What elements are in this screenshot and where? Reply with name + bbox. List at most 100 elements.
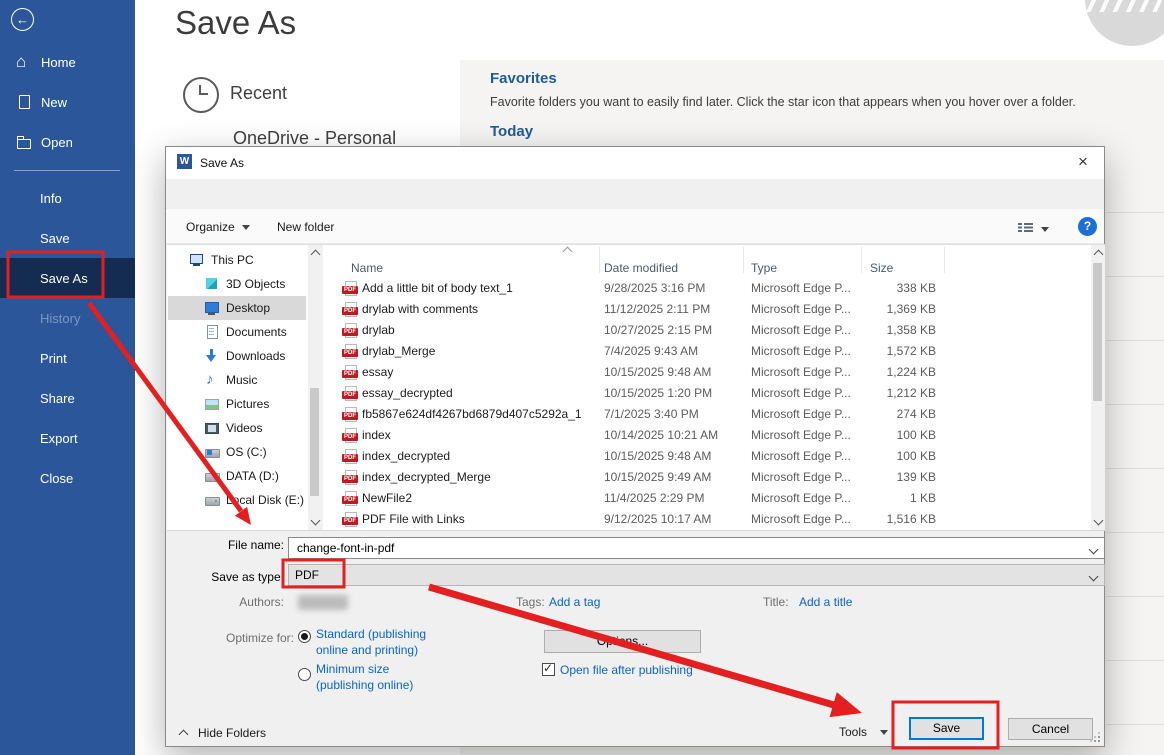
sidebar-item[interactable]: Print [0,338,135,378]
place-recent[interactable]: Recent [230,83,287,104]
scroll-up-icon[interactable] [1094,250,1104,260]
open-after-label[interactable]: Open file after publishing [560,663,693,677]
file-date-modified: 9/12/2025 10:17 AM [604,512,711,526]
sidebar-item[interactable]: Open [0,122,135,162]
sidebar-item[interactable]: Save As [0,258,135,298]
word-icon: W [177,154,192,169]
save-button[interactable]: Save [909,717,984,740]
file-row[interactable]: PDF File with Links 9/12/2025 10:17 AM M… [166,508,1104,529]
back-button[interactable]: ← [11,8,34,31]
cancel-button[interactable]: Cancel [1008,718,1093,740]
list-scrollbar-thumb[interactable] [1093,263,1102,401]
pdf-file-icon [342,448,358,464]
sidebar-item[interactable]: History [0,298,135,338]
file-size: 100 KB [826,428,936,442]
organize-label: Organize [186,220,235,234]
file-size: 1 KB [826,491,936,505]
dialog-title: Save As [200,156,244,170]
file-name: index_decrypted_Merge [362,470,491,484]
dialog-toolbar: Organize New folder ? [166,209,1104,244]
save-as-type-combo[interactable]: PDF [288,564,1105,586]
sidebar-item[interactable]: Export [0,418,135,458]
radio-standard[interactable] [298,630,311,643]
radio-minimum-label-2[interactable]: (publishing online) [316,678,413,692]
favorites-heading: Favorites [490,70,1140,87]
file-date-modified: 10/15/2025 9:48 AM [604,449,711,463]
title-label: Title: [763,595,789,609]
file-name-combo[interactable] [288,537,1105,559]
file-name: drylab_Merge [362,344,435,358]
file-date-modified: 10/15/2025 9:48 AM [604,365,711,379]
views-icon [1018,221,1034,237]
file-row[interactable]: NewFile2 11/4/2025 2:29 PM Microsoft Edg… [166,487,1104,508]
file-name-input[interactable] [295,540,1059,556]
close-icon[interactable]: × [1068,151,1098,173]
hide-folders-button[interactable]: Hide Folders [198,726,266,740]
new-folder-label: New folder [277,220,334,234]
file-row[interactable]: drylab with comments 11/12/2025 2:11 PM … [166,298,1104,319]
combo-chevron-icon[interactable] [1084,541,1102,557]
sidebar-item[interactable]: New [0,82,135,122]
sidebar-item[interactable]: Info [0,178,135,218]
file-name: drylab [362,323,395,337]
file-row[interactable]: drylab_Merge 7/4/2025 9:43 AM Microsoft … [166,340,1104,361]
column-header-type[interactable]: Type [751,258,777,278]
file-size: 1,212 KB [826,386,936,400]
file-name: essay_decrypted [362,386,453,400]
file-row[interactable]: fb5867e624df4267bd6879d407c5292a_1 7/1/2… [166,403,1104,424]
column-header-name[interactable]: Name [351,258,383,278]
list-scrollbar[interactable] [1091,245,1105,530]
sidebar-item-label: History [40,311,80,326]
options-button[interactable]: Options... [544,630,701,653]
open-after-checkbox[interactable] [542,663,555,676]
resize-grip[interactable] [1090,732,1100,742]
column-divider [743,247,744,273]
tools-button[interactable]: Tools [839,725,867,739]
file-row[interactable]: Add a little bit of body text_1 9/28/202… [166,277,1104,298]
views-button[interactable] [1018,221,1049,237]
file-row[interactable]: index_decrypted_Merge 10/15/2025 9:49 AM… [166,466,1104,487]
decorative-circle [1085,0,1164,46]
tree-item[interactable]: This PC [168,248,306,272]
sidebar-item-icon [16,94,32,110]
sidebar-divider [14,170,120,171]
add-title-link[interactable]: Add a title [799,595,852,609]
sidebar-item[interactable]: Home [0,42,135,82]
add-tag-link[interactable]: Add a tag [549,595,600,609]
help-button[interactable]: ? [1078,217,1097,236]
file-list: Add a little bit of body text_1 9/28/202… [166,277,1104,529]
dialog-titlebar[interactable]: W Save As × [166,147,1104,179]
page-title: Save As [175,4,296,42]
column-divider [861,247,862,273]
sidebar-item[interactable]: Close [0,458,135,498]
combo-chevron-icon[interactable] [1084,568,1102,584]
file-row[interactable]: essay 10/15/2025 9:48 AM Microsoft Edge … [166,361,1104,382]
scroll-up-icon[interactable] [311,250,321,260]
file-row[interactable]: essay_decrypted 10/15/2025 1:20 PM Micro… [166,382,1104,403]
sidebar-item-label: Close [40,471,73,486]
file-date-modified: 7/4/2025 9:43 AM [604,344,698,358]
sidebar-item[interactable]: Save [0,218,135,258]
column-header-modified[interactable]: Date modified [604,258,678,278]
file-row[interactable]: index_decrypted 10/15/2025 9:48 AM Micro… [166,445,1104,466]
sidebar-top-items: Home New Open [0,42,135,162]
file-date-modified: 11/12/2025 2:11 PM [604,302,710,316]
sidebar-item[interactable]: Share [0,378,135,418]
scroll-down-icon[interactable] [1094,516,1104,526]
sidebar-item-label: Share [40,391,75,406]
file-row[interactable]: index 10/14/2025 10:21 AM Microsoft Edge… [166,424,1104,445]
radio-standard-label-1[interactable]: Standard (publishing [316,627,426,641]
organize-button[interactable]: Organize [186,220,250,234]
column-header-size[interactable]: Size [870,258,893,278]
new-folder-button[interactable]: New folder [277,220,334,234]
back-arrow-icon: ← [16,12,29,27]
sidebar-item-label: Export [40,431,78,446]
radio-minimum[interactable] [298,668,311,681]
file-row[interactable]: drylab 10/27/2025 2:15 PM Microsoft Edge… [166,319,1104,340]
pdf-file-icon [342,385,358,401]
sidebar-menu-items: Info Save Save As History Print Share [0,178,135,498]
radio-standard-label-2[interactable]: online and printing) [316,643,418,657]
file-size: 1,572 KB [826,344,936,358]
radio-minimum-label-1[interactable]: Minimum size [316,662,389,676]
pdf-file-icon [342,301,358,317]
